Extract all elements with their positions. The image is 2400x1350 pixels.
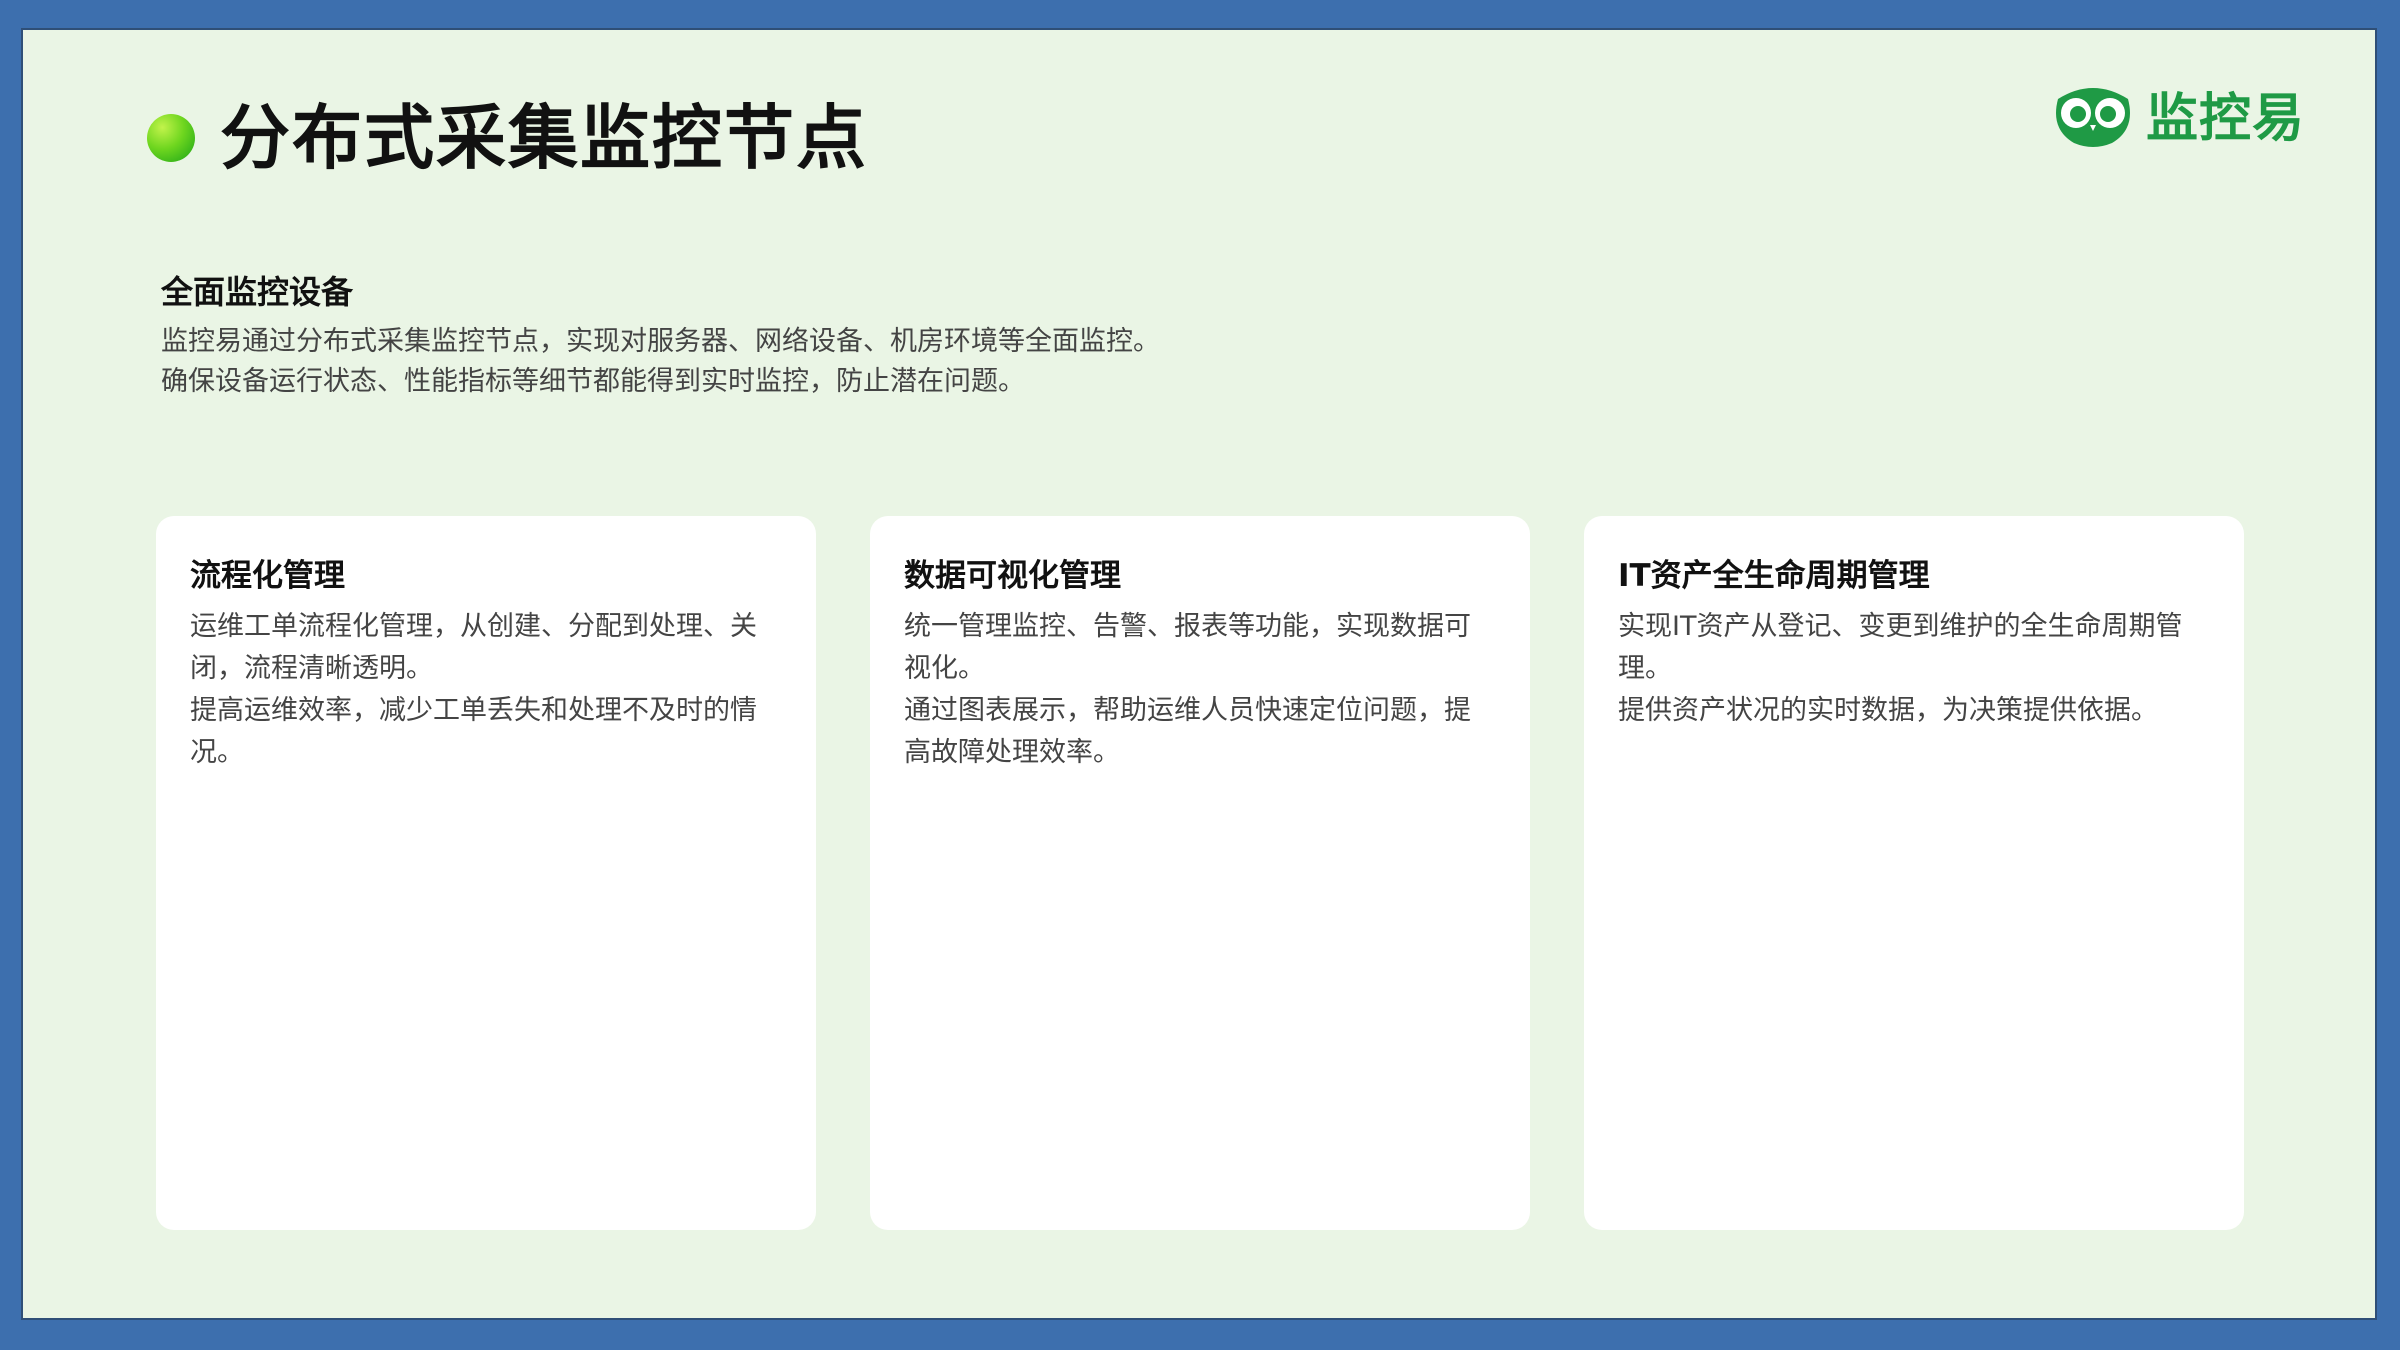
logo-text: 监控易 bbox=[2145, 89, 2305, 149]
intro-title: 全面监控设备 bbox=[161, 273, 354, 311]
card-text: 统一管理监控、告警、报表等功能，实现数据可视化。 bbox=[904, 611, 1471, 685]
page-title: 分布式采集监控节点 bbox=[220, 97, 868, 179]
card-text: 通过图表展示，帮助运维人员快速定位问题，提高故障处理效率。 bbox=[904, 694, 1471, 768]
card-data-visualization: 数据可视化管理 统一管理监控、告警、报表等功能，实现数据可视化。 通过图表展示，… bbox=[870, 516, 1530, 1230]
owl-logo-icon bbox=[2055, 87, 2130, 147]
card-process-management: 流程化管理 运维工单流程化管理，从创建、分配到处理、关闭，流程清晰透明。 提高运… bbox=[156, 516, 816, 1230]
logo: 监控易 bbox=[2050, 76, 2305, 151]
intro-line: 监控易通过分布式采集监控节点，实现对服务器、网络设备、机房环境等全面监控。 bbox=[161, 325, 1160, 357]
slide: 分布式采集监控节点 监控易 全面监控设备 监控易通过分布式采集监控节点，实现对服… bbox=[23, 30, 2375, 1318]
title-bullet-icon bbox=[147, 114, 195, 162]
card-title: 流程化管理 bbox=[190, 558, 345, 594]
card-text: 运维工单流程化管理，从创建、分配到处理、关闭，流程清晰透明。 bbox=[190, 611, 757, 685]
intro-section: 全面监控设备 监控易通过分布式采集监控节点，实现对服务器、网络设备、机房环境等全… bbox=[161, 272, 1461, 403]
card-text: 实现IT资产从登记、变更到维护的全生命周期管理。 bbox=[1618, 611, 2183, 685]
card-text: 提供资产状况的实时数据，为决策提供依据。 bbox=[1618, 694, 2158, 726]
card-title: 数据可视化管理 bbox=[904, 558, 1121, 594]
card-title: IT资产全生命周期管理 bbox=[1618, 558, 1930, 594]
card-it-asset-lifecycle: IT资产全生命周期管理 实现IT资产从登记、变更到维护的全生命周期管理。 提供资… bbox=[1584, 516, 2244, 1230]
intro-line: 确保设备运行状态、性能指标等细节都能得到实时监控，防止潜在问题。 bbox=[161, 366, 1025, 398]
card-text: 提高运维效率，减少工单丢失和处理不及时的情况。 bbox=[190, 694, 757, 768]
